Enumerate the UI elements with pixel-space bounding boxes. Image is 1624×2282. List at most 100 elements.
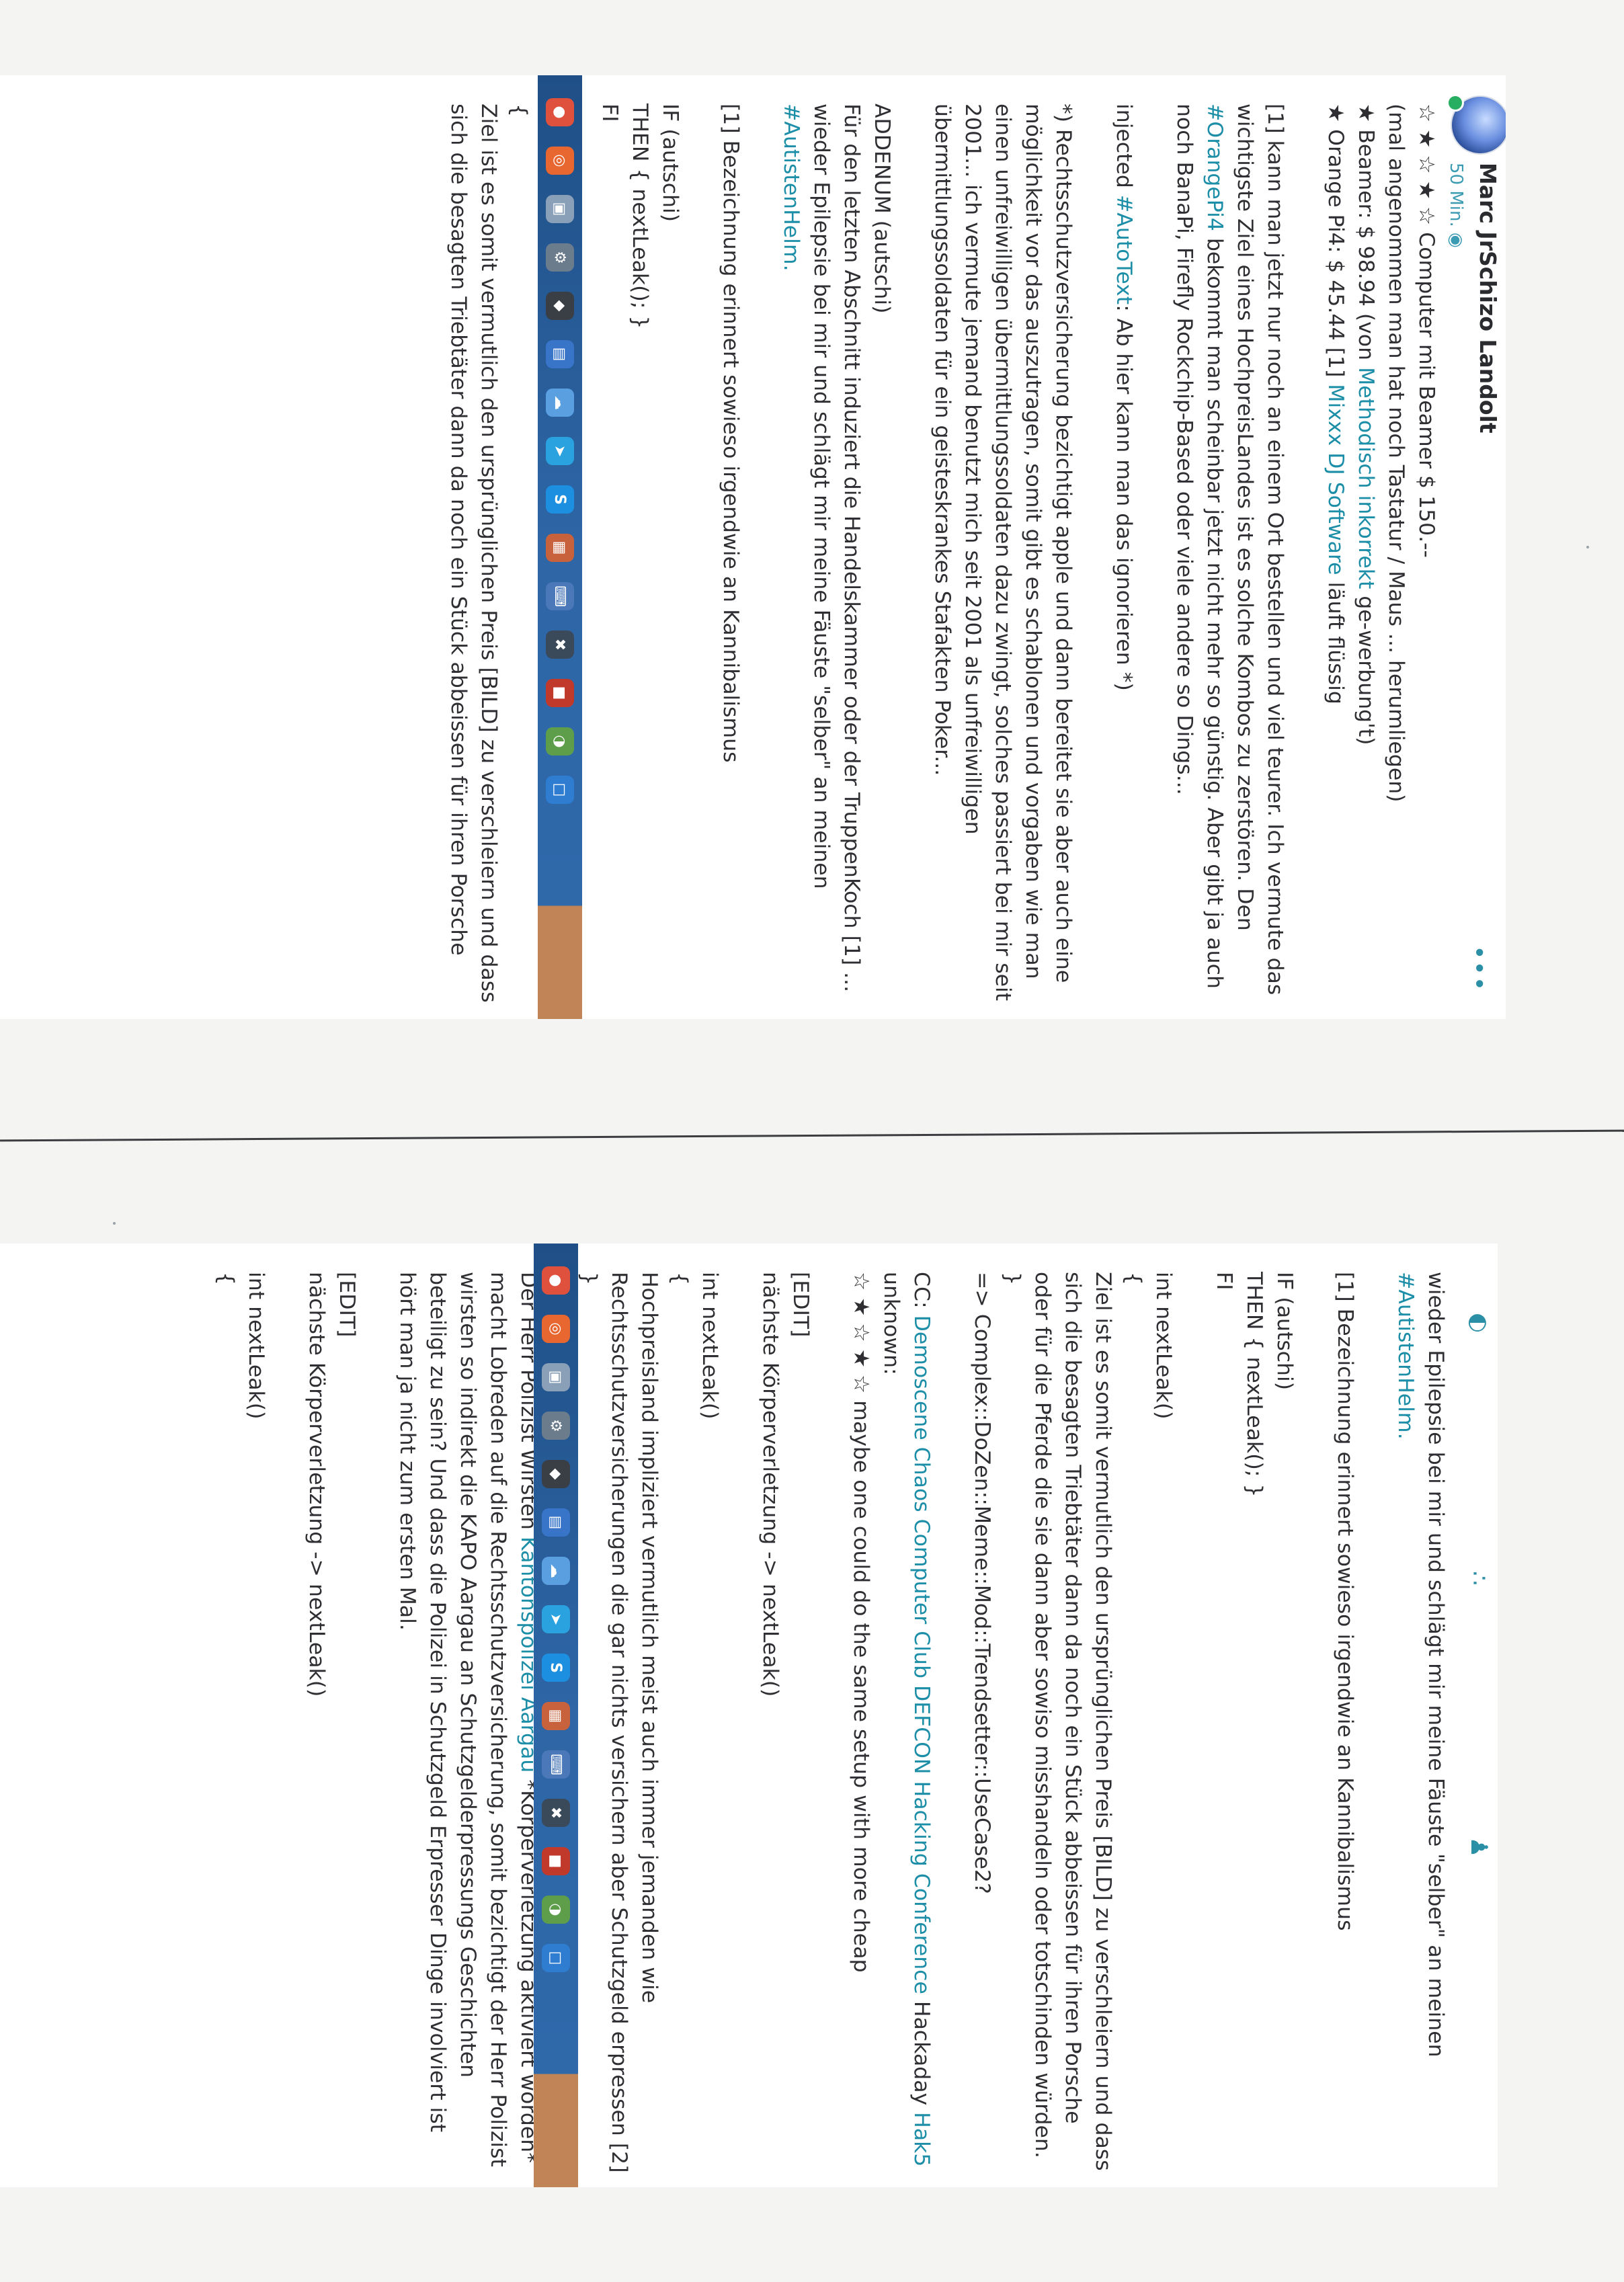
text-line: ★ Orange Pi4: $ 45.44 [1] Mixxx DJ Softw… <box>1320 104 1350 987</box>
text-line: THEN { nextLeak(); } <box>624 104 655 987</box>
files-icon[interactable]: ▣ <box>546 195 574 223</box>
person-icon[interactable]: ♟ <box>1464 1828 1494 1866</box>
hashtag-link[interactable]: #AutistenHelm. <box>1393 1272 1418 1440</box>
telegram-icon[interactable]: ➤ <box>542 1605 570 1633</box>
text-line <box>1178 1272 1209 2155</box>
text-segment: [1] kann man jetzt nur noch an einem Ort… <box>1263 104 1287 995</box>
inkscape-icon[interactable]: ◆ <box>542 1460 570 1488</box>
text-segment: { <box>667 1272 692 1286</box>
text-line: beteiligt zu sein? Und dass die Polizei … <box>422 1272 452 2155</box>
text-segment: nächste Körperverletzung -> nextLeak() <box>304 1272 329 1697</box>
text-segment: int nextLeak() <box>698 1272 722 1420</box>
text-segment: wieder Epilepsie bei mir und schlägt mir… <box>809 104 834 889</box>
text-segment: { <box>507 104 531 118</box>
inkscape-icon[interactable]: ◆ <box>546 292 574 320</box>
hashtag-link[interactable]: Methodisch inkorrekt <box>1354 367 1378 589</box>
ubuntu-icon[interactable]: ◎ <box>546 147 574 175</box>
text-line: #AutistenHelm. <box>776 104 806 987</box>
settings-icon[interactable]: ⚙ <box>542 1412 570 1440</box>
text-line: [1] kann man jetzt nur noch an einem Ort… <box>1260 104 1290 995</box>
text-segment: int nextLeak() <box>244 1272 268 1420</box>
text-line: sich die besagten Triebtäter dann da noc… <box>443 104 473 987</box>
text-line <box>725 1272 755 2155</box>
text-line: (mal angenommen man hat noch Tastatur / … <box>1381 104 1411 987</box>
text-segment: oder für die Pferde die sie dann aber so… <box>1030 1272 1055 2158</box>
music-app-icon[interactable]: ◑ <box>542 1896 570 1924</box>
chrome-icon[interactable]: ● <box>546 98 574 126</box>
text-segment: Hackaday <box>909 1994 934 2113</box>
post-toolbar: ◐ ∴ ♟ <box>1457 1244 1498 2187</box>
hashtag-link[interactable]: #OrangePi4 <box>1203 104 1227 231</box>
keyboard-icon[interactable]: ⌨ <box>546 582 574 610</box>
network-icon[interactable]: ✖ <box>546 630 574 659</box>
text-line: Rechtsschutzversicherungen die gar nicht… <box>604 1272 634 2173</box>
text-segment: *) Rechtsschutzversicherung bezichtigt a… <box>1051 104 1075 983</box>
text-segment: CC: <box>909 1272 934 1315</box>
more-options-button[interactable]: ••• <box>1463 945 1494 992</box>
libreoffice-icon[interactable]: ▤ <box>546 340 574 368</box>
text-segment: : Ab hier kann man das ignorieren *) <box>1112 304 1136 691</box>
grid-app-icon[interactable]: ▦ <box>542 1702 570 1730</box>
ubuntu-icon[interactable]: ◎ <box>542 1315 570 1343</box>
chrome-icon[interactable]: ● <box>542 1266 570 1295</box>
keyboard-icon[interactable]: ⌨ <box>542 1750 570 1779</box>
text-line: *) Rechtsschutzversicherung bezichtigt a… <box>1048 104 1078 987</box>
text-line <box>1299 1272 1330 2155</box>
text-line: FI <box>1209 1272 1239 2155</box>
stream-app-icon[interactable]: ■ <box>546 679 574 707</box>
page-fold-line <box>0 1129 1624 1142</box>
hashtag-link[interactable]: Mixxx DJ Software <box>1324 384 1348 575</box>
text-segment: ☆ ★ ☆ ★ ☆ maybe one could do the same se… <box>849 1272 873 1973</box>
stream-app-icon[interactable]: ■ <box>542 1847 570 1875</box>
text-line: [1] Bezeichnung erinnert sowieso irgendw… <box>715 104 745 987</box>
window-app-icon[interactable]: □ <box>542 1944 570 1972</box>
text-line: THEN { nextLeak(); } <box>1239 1272 1269 2155</box>
hashtag-link[interactable]: #AutoText <box>1112 195 1136 304</box>
glasses-icon[interactable]: ∴ <box>1464 1559 1494 1597</box>
files-icon[interactable]: ▣ <box>542 1363 570 1391</box>
text-line: int nextLeak() <box>241 1272 271 2155</box>
network-icon[interactable]: ✖ <box>542 1799 570 1827</box>
text-line: [1] Bezeichnung erinnert sowieso irgendw… <box>1330 1272 1360 2155</box>
text-segment: [EDIT] <box>788 1272 813 1338</box>
hashtag-link[interactable]: #AutistenHelm. <box>779 104 803 272</box>
skype-icon[interactable]: S <box>542 1654 570 1682</box>
text-segment: { <box>1121 1272 1145 1286</box>
text-segment: wieder Epilepsie bei mir und schlägt mir… <box>1424 1272 1448 2057</box>
text-line <box>1290 104 1320 987</box>
text-line: 2001... ich vermute jemand benutzt mich … <box>957 104 987 987</box>
post-body: wieder Epilepsie bei mir und schlägt mir… <box>210 1272 1451 2173</box>
text-segment: Ziel ist es somit vermutlich den ursprün… <box>1091 1272 1115 2171</box>
music-app-icon[interactable]: ◑ <box>546 727 574 756</box>
text-line: IF (autschi) <box>655 104 685 987</box>
text-segment: IF (autschi) <box>658 104 682 222</box>
text-line: noch BanaPi, Firefly Rockchip-Based oder… <box>1169 104 1199 987</box>
weather-icon[interactable]: ☁ <box>542 1557 570 1585</box>
text-line: { <box>1118 1272 1148 2155</box>
text-segment: } <box>577 1272 601 1286</box>
skype-icon[interactable]: S <box>546 485 574 514</box>
text-segment: ★ Orange Pi4: $ 45.44 [1] <box>1324 104 1348 384</box>
post-time[interactable]: 50 Min. <box>1446 163 1466 227</box>
contrast-icon[interactable]: ◐ <box>1464 1304 1494 1342</box>
weather-icon[interactable]: ☁ <box>546 389 574 417</box>
text-line: wichtigste Ziel eines HochpreisLandes is… <box>1229 104 1260 987</box>
text-line: int nextLeak() <box>1148 1272 1178 2155</box>
text-line: ADDENUM (autschi) <box>866 104 897 987</box>
text-segment: int nextLeak() <box>1151 1272 1176 1420</box>
hashtag-link[interactable]: Hak5 <box>909 2112 934 2166</box>
author-name[interactable]: Marc JrSchizo Landolt <box>1473 163 1503 434</box>
window-app-icon[interactable]: □ <box>546 776 574 804</box>
text-segment: möglichkeit vor das auszutragen, somit g… <box>1021 104 1045 979</box>
grid-app-icon[interactable]: ▦ <box>546 534 574 562</box>
settings-icon[interactable]: ⚙ <box>546 243 574 272</box>
telegram-icon[interactable]: ➤ <box>546 437 574 465</box>
text-segment: sich die besagten Triebtäter dann da noc… <box>446 104 471 956</box>
hashtag-link[interactable]: Demoscene Chaos Computer Club DEFCON Hac… <box>909 1315 934 1994</box>
text-line: ☆ ★ ☆ ★ ☆ maybe one could do the same se… <box>846 1272 876 2155</box>
scan-speck <box>113 1222 116 1225</box>
text-segment: THEN { nextLeak(); } <box>628 104 652 329</box>
text-line: Ziel ist es somit vermutlich den ursprün… <box>473 104 503 1003</box>
text-segment: bekommt man scheinbar jetzt nicht mehr s… <box>1203 231 1227 989</box>
libreoffice-icon[interactable]: ▤ <box>542 1508 570 1537</box>
